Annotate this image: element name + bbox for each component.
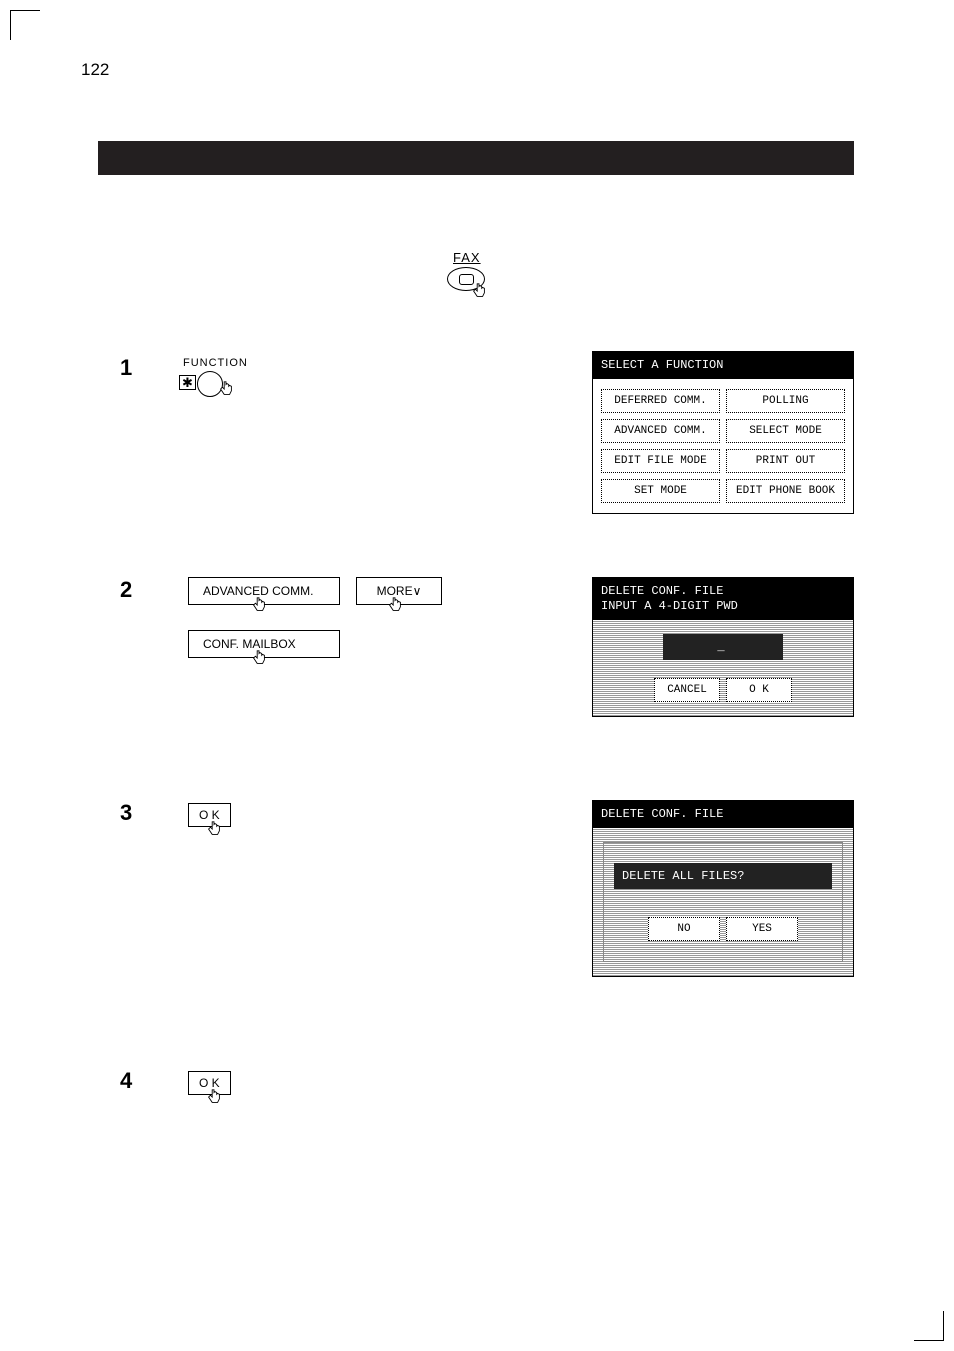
btn-set-mode[interactable]: SET MODE bbox=[601, 479, 720, 503]
btn-no[interactable]: NO bbox=[648, 917, 720, 941]
screen2-title-line2: INPUT A 4-DIGIT PWD bbox=[601, 599, 845, 614]
btn-ok[interactable]: O K bbox=[726, 678, 792, 702]
btn-cancel[interactable]: CANCEL bbox=[654, 678, 720, 702]
pwd-input-display: _ bbox=[663, 634, 783, 660]
function-button-illustration: FUNCTION ✱ bbox=[183, 357, 248, 369]
star-key-icon: ✱ bbox=[179, 375, 196, 390]
btn-polling[interactable]: POLLING bbox=[726, 389, 845, 413]
hand-pointer-icon bbox=[386, 596, 404, 614]
step-2-number: 2 bbox=[120, 577, 132, 603]
screen2-title-line1: DELETE CONF. FILE bbox=[601, 584, 845, 599]
btn-print-out[interactable]: PRINT OUT bbox=[726, 449, 845, 473]
hand-pointer-icon bbox=[250, 596, 268, 614]
btn-edit-phone-book[interactable]: EDIT PHONE BOOK bbox=[726, 479, 845, 503]
section-header-bar bbox=[98, 141, 854, 175]
page-number: 122 bbox=[81, 60, 109, 80]
fax-label: FAX bbox=[453, 250, 491, 265]
step-4-number: 4 bbox=[120, 1068, 132, 1094]
btn-yes[interactable]: YES bbox=[726, 917, 798, 941]
function-label: FUNCTION bbox=[183, 357, 248, 369]
btn-edit-file-mode[interactable]: EDIT FILE MODE bbox=[601, 449, 720, 473]
crop-mark-br bbox=[914, 1311, 944, 1341]
dialog-inner: DELETE ALL FILES? NO YES bbox=[603, 842, 843, 962]
screen-delete-conf-pwd: DELETE CONF. FILE INPUT A 4-DIGIT PWD _ … bbox=[592, 577, 854, 717]
btn-advanced-comm[interactable]: ADVANCED COMM. bbox=[601, 419, 720, 443]
hand-pointer-icon bbox=[470, 282, 488, 300]
hand-pointer-icon bbox=[205, 1088, 223, 1106]
hand-pointer-icon bbox=[250, 649, 268, 667]
screen2-title: DELETE CONF. FILE INPUT A 4-DIGIT PWD bbox=[593, 578, 853, 620]
btn-select-mode[interactable]: SELECT MODE bbox=[726, 419, 845, 443]
hand-pointer-icon bbox=[205, 820, 223, 838]
step-1-number: 1 bbox=[120, 355, 132, 381]
crop-mark-tl bbox=[10, 10, 40, 40]
screen1-title: SELECT A FUNCTION bbox=[593, 352, 853, 379]
function-grid: DEFERRED COMM. POLLING ADVANCED COMM. SE… bbox=[601, 389, 845, 503]
hand-pointer-icon bbox=[217, 380, 235, 398]
screen-delete-all-files: DELETE CONF. FILE DELETE ALL FILES? NO Y… bbox=[592, 800, 854, 977]
delete-question: DELETE ALL FILES? bbox=[614, 863, 832, 889]
screen3-title: DELETE CONF. FILE bbox=[593, 801, 853, 828]
screen-select-function: SELECT A FUNCTION DEFERRED COMM. POLLING… bbox=[592, 351, 854, 514]
btn-deferred-comm[interactable]: DEFERRED COMM. bbox=[601, 389, 720, 413]
step-3-number: 3 bbox=[120, 800, 132, 826]
